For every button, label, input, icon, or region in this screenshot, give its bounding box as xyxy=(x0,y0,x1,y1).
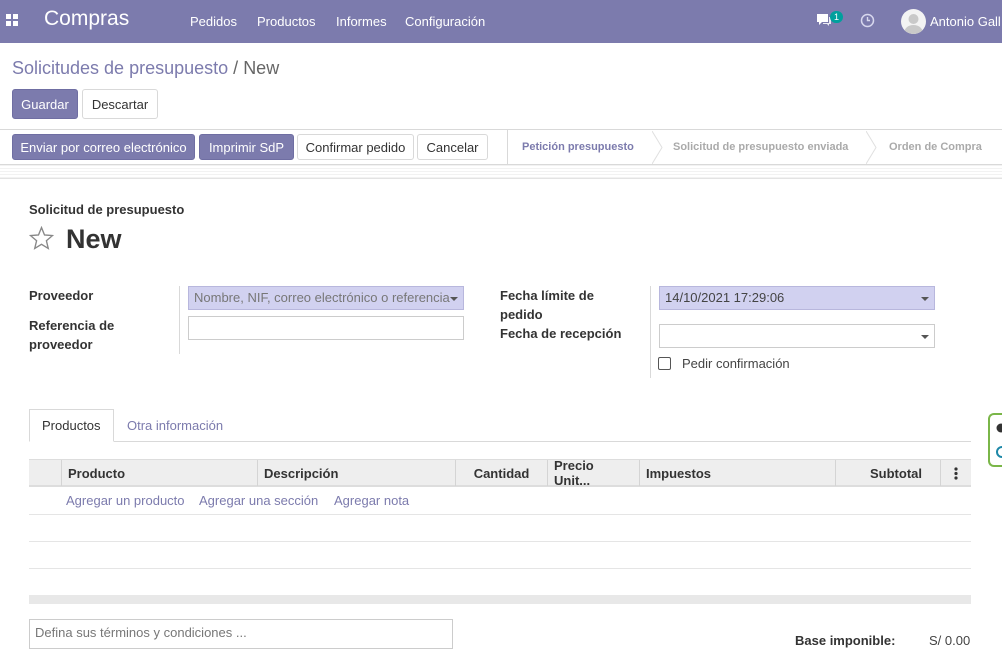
order-deadline-value: 14/10/2021 17:29:06 xyxy=(665,290,784,305)
chevron-down-icon xyxy=(921,335,929,339)
menu-productos[interactable]: Productos xyxy=(257,14,316,29)
chevron-down-icon xyxy=(450,297,458,301)
table-row xyxy=(29,514,971,515)
vendor-label: Proveedor xyxy=(29,286,93,305)
star-icon[interactable] xyxy=(29,226,54,251)
terms-placeholder: Defina sus términos y condiciones ... xyxy=(35,625,247,640)
untaxed-amount-label: Base imponible: xyxy=(795,633,895,648)
ask-confirmation-label[interactable]: Pedir confirmación xyxy=(682,356,790,371)
stage-solicitud-enviada[interactable]: Solicitud de presupuesto enviada xyxy=(673,131,848,163)
table-row xyxy=(29,568,971,569)
receipt-date-input[interactable] xyxy=(659,324,935,348)
breadcrumb-separator: / xyxy=(233,58,238,78)
breadcrumb-parent[interactable]: Solicitudes de presupuesto xyxy=(12,58,228,78)
stage-peticion-presupuesto[interactable]: Petición presupuesto xyxy=(522,131,634,163)
label-divider xyxy=(650,286,651,378)
untaxed-amount-value: S/ 0.00 xyxy=(929,633,970,648)
statusbar-top-border xyxy=(0,129,1002,130)
tabs-border xyxy=(29,441,971,442)
side-chat-widget[interactable] xyxy=(988,413,1002,467)
order-deadline-input[interactable]: 14/10/2021 17:29:06 xyxy=(659,286,935,310)
column-subtotal[interactable]: Subtotal xyxy=(835,460,940,486)
print-rfq-button[interactable]: Imprimir SdP xyxy=(199,134,294,160)
stage-separator xyxy=(652,131,664,164)
menu-configuracion[interactable]: Configuración xyxy=(405,14,485,29)
chat-count-badge: 1 xyxy=(830,11,843,23)
column-descripcion[interactable]: Descripción xyxy=(257,460,455,486)
order-deadline-label: Fecha límite de pedido xyxy=(500,286,630,324)
cancel-button[interactable]: Cancelar xyxy=(417,134,488,160)
record-title: New xyxy=(66,224,122,255)
add-product-link[interactable]: Agregar un producto xyxy=(66,493,185,508)
vendor-reference-input[interactable] xyxy=(188,316,464,340)
ask-confirmation-checkbox[interactable] xyxy=(658,357,671,370)
optional-columns-icon[interactable] xyxy=(940,460,971,486)
document-type-label: Solicitud de presupuesto xyxy=(29,202,184,217)
sheet-background xyxy=(0,165,1002,179)
widget-ring-icon xyxy=(996,445,1002,459)
breadcrumb: Solicitudes de presupuesto / New xyxy=(12,58,279,79)
menu-pedidos[interactable]: Pedidos xyxy=(190,14,237,29)
add-section-link[interactable]: Agregar una sección xyxy=(199,493,318,508)
user-name[interactable]: Antonio Gall xyxy=(930,14,1001,29)
terms-conditions-input[interactable]: Defina sus términos y condiciones ... xyxy=(29,619,453,649)
discard-button[interactable]: Descartar xyxy=(82,89,158,119)
stage-separator xyxy=(866,131,878,164)
menu-informes[interactable]: Informes xyxy=(336,14,387,29)
tab-productos[interactable]: Productos xyxy=(29,409,114,442)
order-lines-footer xyxy=(29,595,971,604)
vendor-select[interactable]: Nombre, NIF, correo electrónico o refere… xyxy=(188,286,464,310)
order-lines-header: Producto Descripción Cantidad Precio Uni… xyxy=(29,459,971,487)
confirm-order-button[interactable]: Confirmar pedido xyxy=(297,134,414,160)
handle-column-header xyxy=(29,460,62,486)
save-button[interactable]: Guardar xyxy=(12,89,78,119)
activity-clock-icon[interactable] xyxy=(860,13,875,28)
chevron-down-icon xyxy=(921,297,929,301)
widget-dot-icon xyxy=(996,423,1002,433)
column-cantidad[interactable]: Cantidad xyxy=(455,460,547,486)
label-divider xyxy=(179,286,180,354)
user-avatar[interactable] xyxy=(901,9,926,34)
send-email-button[interactable]: Enviar por correo electrónico xyxy=(12,134,195,160)
apps-menu-icon[interactable] xyxy=(6,14,19,27)
vendor-placeholder: Nombre, NIF, correo electrónico o refere… xyxy=(194,290,450,305)
top-navbar: Compras Pedidos Productos Informes Confi… xyxy=(0,0,1002,43)
column-precio-unitario[interactable]: Precio Unit... xyxy=(547,460,639,486)
add-note-link[interactable]: Agregar nota xyxy=(334,493,409,508)
receipt-date-label: Fecha de recepción xyxy=(500,324,621,343)
table-row xyxy=(29,541,971,542)
app-name: Compras xyxy=(44,7,129,31)
tab-otra-informacion[interactable]: Otra información xyxy=(115,409,235,442)
stage-orden-compra[interactable]: Orden de Compra xyxy=(889,131,982,163)
column-producto[interactable]: Producto xyxy=(61,460,259,486)
breadcrumb-current: New xyxy=(243,58,279,78)
column-impuestos[interactable]: Impuestos xyxy=(639,460,835,486)
vendor-reference-label: Referencia de proveedor xyxy=(29,316,149,354)
statusbar-divider xyxy=(507,130,508,164)
